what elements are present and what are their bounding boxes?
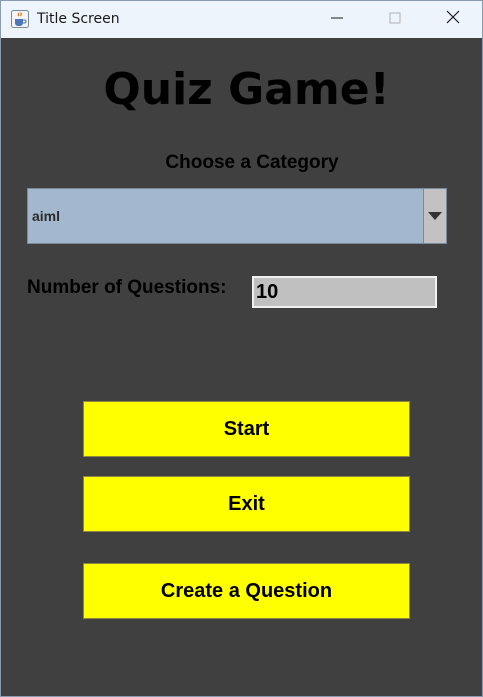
app-window: Title Screen Quiz Game! Choose a Categor…: [0, 0, 483, 697]
chevron-down-icon: [428, 207, 442, 225]
category-dropdown[interactable]: aiml: [27, 188, 447, 244]
close-button[interactable]: [425, 1, 481, 38]
exit-button[interactable]: Exit: [83, 476, 410, 532]
minimize-icon: [331, 11, 343, 29]
close-icon: [446, 10, 460, 29]
title-bar[interactable]: Title Screen: [1, 1, 482, 38]
page-title: Quiz Game!: [103, 64, 390, 115]
minimize-button[interactable]: [309, 1, 365, 38]
java-cup-icon: [11, 10, 29, 28]
maximize-button[interactable]: [367, 1, 423, 38]
dropdown-arrow-button[interactable]: [423, 189, 446, 243]
start-button[interactable]: Start: [83, 401, 410, 457]
window-title: Title Screen: [37, 11, 120, 27]
category-label: Choose a Category: [165, 152, 339, 173]
maximize-icon: [389, 11, 401, 29]
category-selected-value: aiml: [32, 208, 61, 224]
create-question-button[interactable]: Create a Question: [83, 563, 410, 619]
num-questions-field[interactable]: [252, 276, 437, 308]
num-questions-label: Number of Questions:: [27, 277, 227, 298]
content-panel: Quiz Game! Choose a Category aiml Number…: [1, 38, 482, 696]
